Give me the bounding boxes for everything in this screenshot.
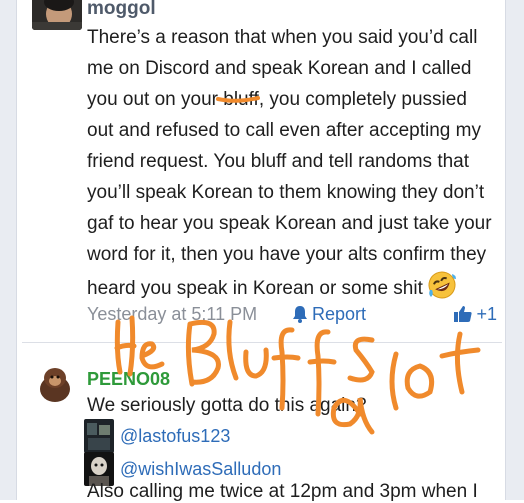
mention-link[interactable]: @wishIwasSalludon — [120, 459, 281, 480]
body-line: heard you speak in Korean or some shit — [87, 278, 423, 299]
forum-post: moggol There’s a reason that when you sa… — [22, 0, 502, 343]
report-link[interactable]: Report — [292, 304, 366, 325]
body-line: There’s a reason that when you said you’… — [87, 27, 478, 48]
post-meta: Yesterday at 5:11 PM Report +1 — [87, 304, 507, 328]
post-timestamp[interactable]: Yesterday at 5:11 PM — [87, 304, 257, 325]
avatar[interactable] — [34, 365, 76, 403]
mention-link[interactable]: @lastofus123 — [120, 426, 230, 447]
mention-item[interactable]: @lastofus123 — [84, 419, 230, 453]
right-frame-border — [505, 0, 524, 500]
mention-avatar — [84, 419, 114, 453]
forum-post: PEENO08 We seriously gotta do this again… — [22, 343, 502, 502]
report-label: Report — [312, 304, 367, 324]
body-line: out and refused to call even after accep… — [87, 120, 481, 141]
post-body: There’s a reason that when you said you’… — [87, 22, 507, 310]
reaction-button[interactable]: +1 — [453, 304, 497, 325]
body-line: you out on your bluff, you completely pu… — [87, 89, 467, 110]
post-username[interactable]: moggol — [87, 0, 156, 20]
avatar[interactable] — [32, 0, 82, 30]
body-line: you’ll speak Korean to them knowing they… — [87, 182, 485, 203]
post-username[interactable]: PEENO08 — [87, 369, 170, 390]
body-line: me on Discord and speak Korean and I cal… — [87, 58, 472, 79]
reaction-count: +1 — [476, 304, 497, 324]
body-line: word for it, then you have your alts con… — [87, 244, 487, 265]
body-line: gaf to hear you speak Korean and just ta… — [87, 213, 492, 234]
post-body-line: We seriously gotta do this again? — [87, 395, 367, 416]
left-frame-border — [0, 0, 17, 500]
bell-icon — [293, 306, 307, 323]
thumbs-up-icon — [454, 306, 473, 322]
body-line: friend request. You bluff and tell rando… — [87, 151, 470, 172]
